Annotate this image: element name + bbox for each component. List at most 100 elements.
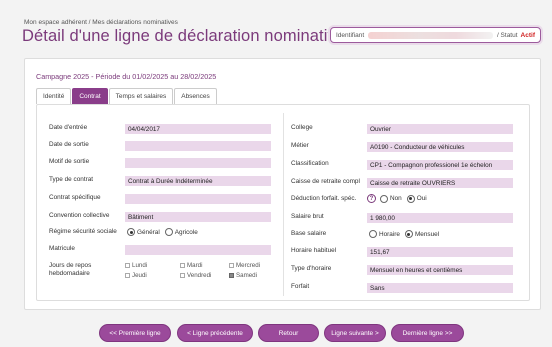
detail-card: Campagne 2025 - Période du 01/02/2025 au… [24, 58, 541, 310]
checkbox-lundi[interactable]: Lundi [125, 262, 147, 269]
radio-dot-icon [164, 228, 173, 236]
label-date-entree: Date d'entrée [49, 124, 88, 131]
row-date-sortie: Date de sortie [49, 141, 89, 149]
field-classification: CP1 - Compagnon professionel 1e échelon [367, 160, 513, 170]
radio-dot-icon [406, 194, 415, 203]
radio-dot-icon [369, 230, 377, 238]
checkbox-mercredi[interactable]: Mercredi [229, 262, 260, 269]
tab-absences[interactable]: Absences [174, 88, 217, 104]
row-college: College [291, 124, 313, 132]
label-caisse: Caisse de retraite compl [291, 178, 360, 185]
radio-regime-agricole[interactable]: Agricole [164, 228, 198, 236]
label-matricule: Matricule [49, 245, 75, 252]
radio-label: Agricole [174, 228, 198, 236]
field-caisse: Caisse de retraite OUVRIERS [367, 178, 513, 188]
row-type-horaire: Type d'horaire [291, 265, 331, 273]
identifier-redacted [368, 31, 493, 39]
row-forfait: Forfait [291, 283, 309, 291]
radio-label: Mensuel [414, 230, 440, 238]
label-base-salaire: Base salaire [291, 230, 327, 237]
field-college: Ouvrier [367, 124, 513, 134]
tab-bar: Identité Contrat Temps et salaires Absen… [36, 88, 218, 104]
tab-contrat[interactable]: Contrat [72, 88, 108, 104]
row-base-salaire: Base salaire [291, 230, 326, 238]
checkbox-label: Samedi [236, 272, 257, 279]
field-matricule [125, 245, 271, 255]
identifier-label: Identifiant [336, 31, 365, 39]
label-classification: Classification [291, 160, 329, 167]
checkbox-jeudi[interactable]: Jeudi [125, 272, 147, 279]
deduction-options: ? Non Oui [367, 194, 432, 203]
radio-dot-icon [404, 230, 413, 238]
label-metier: Métier [291, 142, 309, 149]
row-contrat-specifique: Contrat spécifique [49, 194, 101, 202]
checkbox-mardi[interactable]: Mardi [180, 262, 202, 269]
checkbox-label: Jeudi [132, 272, 147, 279]
checkbox-icon [180, 273, 185, 278]
field-convention: Bâtiment [125, 212, 271, 222]
field-type-horaire: Mensuel en heures et centièmes [367, 265, 513, 275]
field-forfait: Sans [367, 283, 513, 293]
field-metier: A0190 - Conducteur de véhicules [367, 142, 513, 152]
first-line-button[interactable]: << Première ligne [99, 324, 171, 342]
contract-panel: Date d'entrée 04/04/2017 Date de sortie … [36, 104, 530, 301]
radio-label: Horaire [379, 230, 400, 238]
label-motif-sortie: Motif de sortie [49, 158, 90, 165]
field-salaire-brut: 1 980,00 [367, 213, 513, 223]
status-label: / Statut [496, 31, 518, 39]
row-classification: Classification [291, 160, 329, 168]
label-jours-repos-1: Jours de repos [49, 262, 92, 269]
row-metier: Métier [291, 142, 309, 150]
checkbox-checked-icon [229, 273, 234, 278]
row-salaire-brut: Salaire brut [291, 213, 324, 221]
radio-base-mensuel[interactable]: Mensuel [404, 230, 440, 238]
row-motif-sortie: Motif de sortie [49, 158, 89, 166]
field-horaire: 151,67 [367, 247, 513, 257]
checkbox-icon [125, 273, 130, 278]
radio-label: Général [137, 228, 160, 236]
radio-regime-general[interactable]: Général [127, 228, 160, 236]
row-type-contrat: Type de contrat [49, 176, 93, 184]
label-convention: Convention collective [49, 212, 110, 219]
row-horaire: Horaire habituel [291, 247, 336, 255]
label-contrat-specifique: Contrat spécifique [49, 194, 101, 201]
identifier-box: Identifiant / Statut Actif [330, 27, 541, 43]
last-line-button[interactable]: Dernière ligne >> [391, 324, 464, 342]
field-date-sortie [125, 141, 271, 151]
tab-temps-salaires[interactable]: Temps et salaires [108, 88, 174, 104]
label-jours-repos-2: hebdomadaire [49, 269, 90, 277]
label-date-sortie: Date de sortie [49, 141, 89, 148]
page-title: Détail d'une ligne de déclaration nomina… [22, 27, 346, 45]
next-line-button[interactable]: Ligne suivante > [324, 324, 386, 342]
field-type-contrat: Contrat à Durée Indéterminée [125, 176, 271, 186]
label-college: College [291, 124, 313, 131]
label-horaire: Horaire habituel [291, 247, 337, 254]
checkbox-label: Lundi [132, 262, 148, 269]
field-date-entree: 04/04/2017 [125, 124, 271, 134]
status-badge: Actif [520, 31, 535, 39]
row-caisse: Caisse de retraite compl [291, 178, 360, 186]
field-contrat-specifique [125, 194, 271, 204]
radio-deduction-oui[interactable]: Oui [406, 194, 427, 203]
checkbox-icon [229, 263, 234, 268]
tab-identite[interactable]: Identité [36, 88, 72, 104]
label-deduction: Déduction forfait. spéc. [291, 195, 357, 202]
radio-deduction-non[interactable]: Non [380, 194, 402, 203]
breadcrumb: Mon espace adhérent / Mes déclarations n… [24, 19, 178, 26]
regime-options: Général Agricole [127, 228, 203, 236]
row-jours-repos: Jours de repos hebdomadaire [49, 262, 91, 277]
label-regime: Régime sécurité sociale [49, 228, 117, 235]
back-button[interactable]: Retour [258, 324, 319, 342]
radio-dot-icon [127, 228, 135, 236]
radio-base-horaire[interactable]: Horaire [369, 230, 400, 238]
radio-label: Oui [416, 195, 427, 202]
checkbox-vendredi[interactable]: Vendredi [180, 272, 211, 279]
base-salaire-options: Horaire Mensuel [369, 230, 444, 238]
label-type-horaire: Type d'horaire [291, 265, 332, 272]
row-deduction: Déduction forfait. spéc. [291, 195, 356, 203]
checkbox-samedi[interactable]: Samedi [229, 272, 257, 279]
help-icon[interactable]: ? [367, 194, 376, 203]
radio-dot-icon [380, 194, 388, 203]
previous-line-button[interactable]: < Ligne précédente [177, 324, 253, 342]
row-regime: Régime sécurité sociale [49, 228, 117, 236]
